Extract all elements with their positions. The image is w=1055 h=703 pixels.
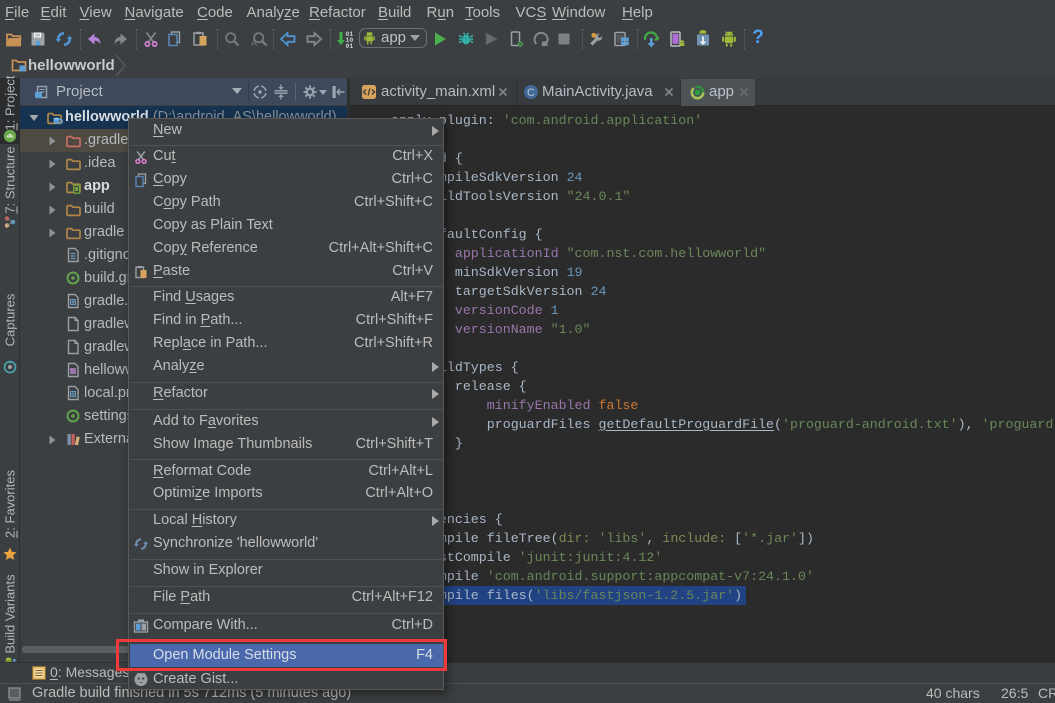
svg-text:C: C (527, 87, 535, 99)
svg-text:A: A (251, 38, 257, 48)
svg-text:01: 01 (345, 43, 353, 50)
